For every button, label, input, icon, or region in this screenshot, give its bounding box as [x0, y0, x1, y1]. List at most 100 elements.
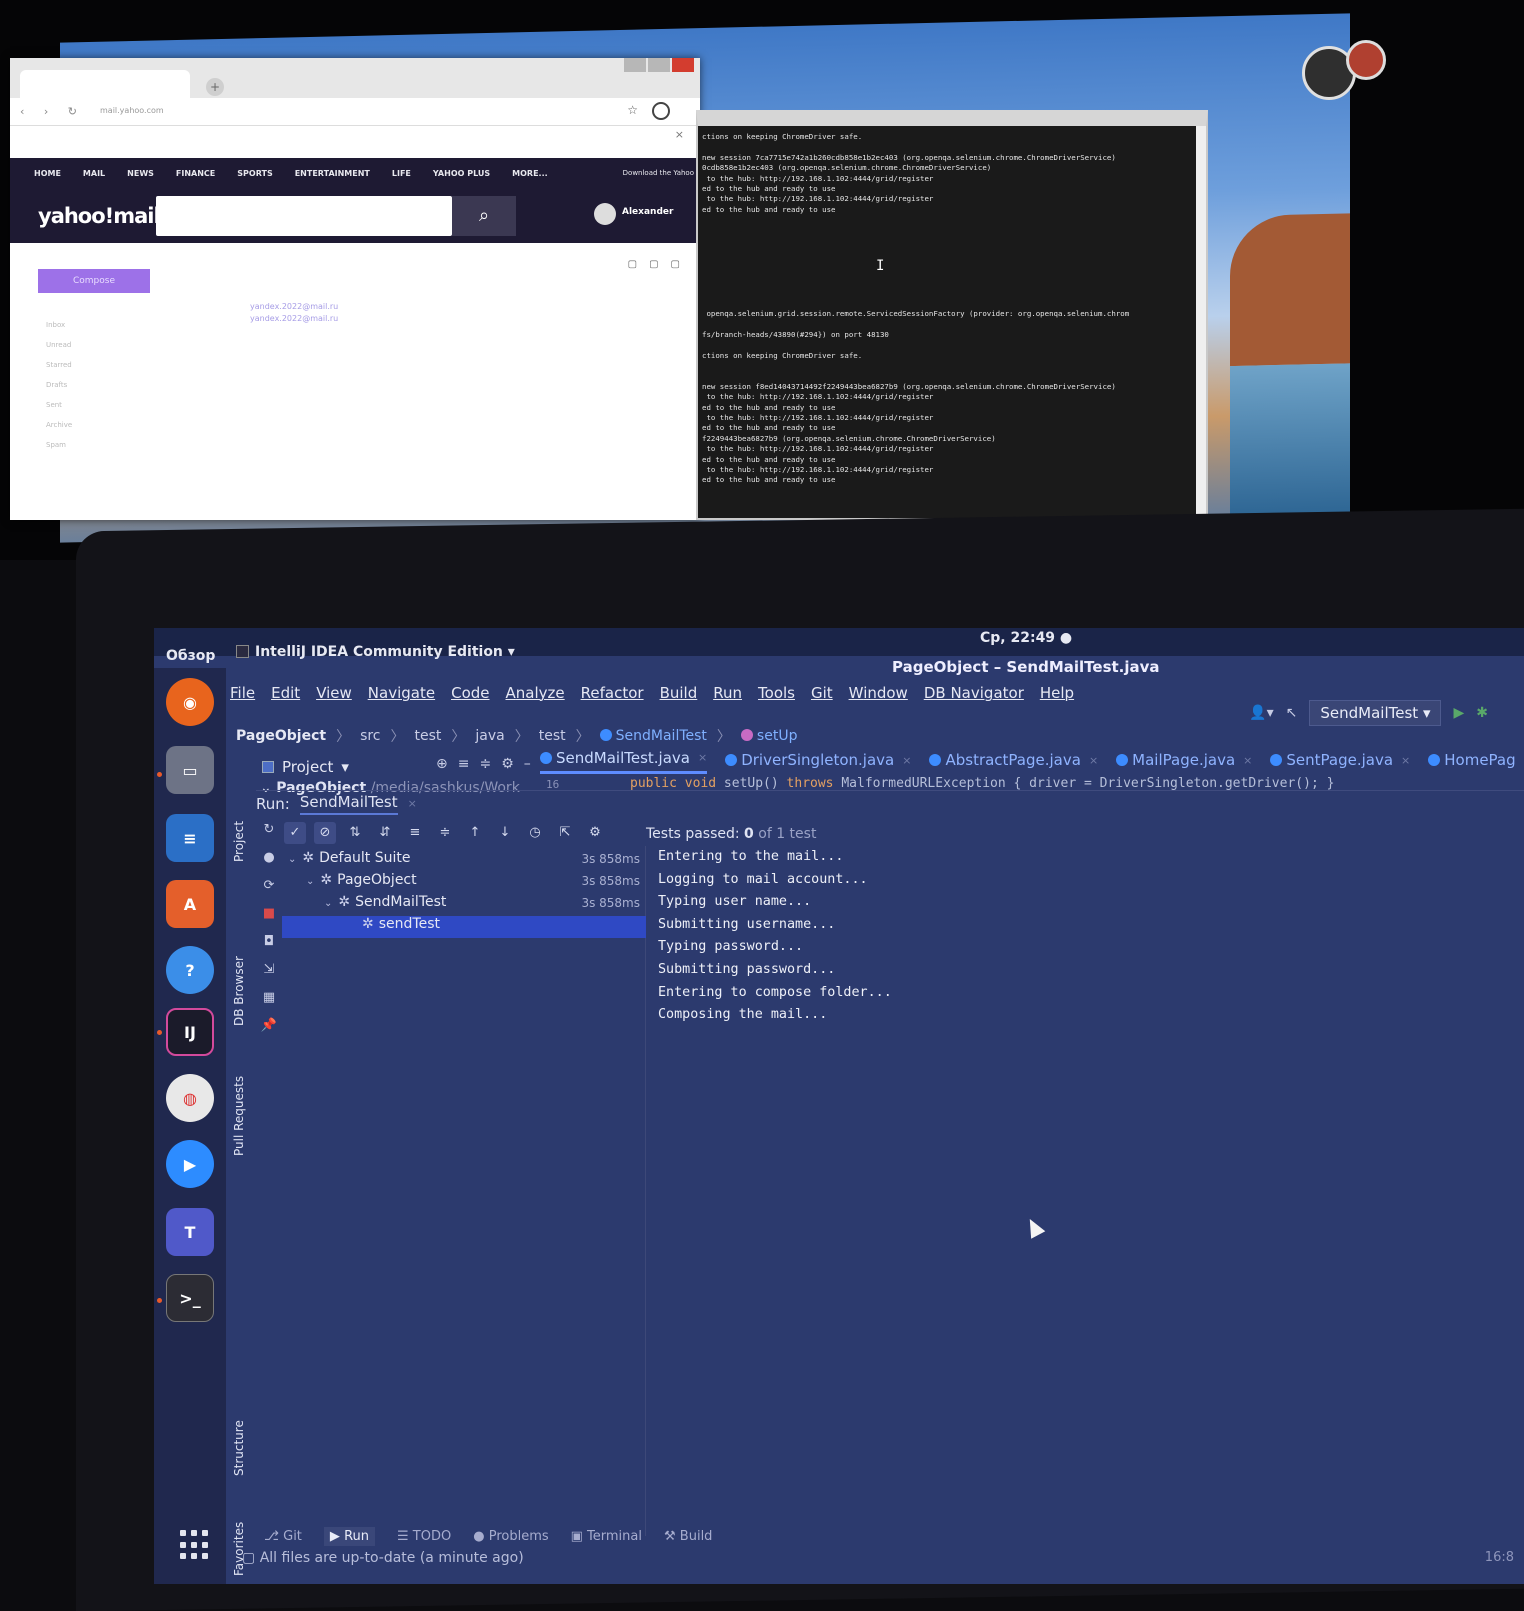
- menu-view[interactable]: View: [316, 684, 352, 708]
- folder-item[interactable]: Drafts: [46, 375, 72, 395]
- menu-build[interactable]: Build: [660, 684, 698, 708]
- yahoo-nav-item[interactable]: LIFE: [392, 169, 411, 178]
- close-icon[interactable]: ×: [902, 754, 911, 767]
- tree-node-class[interactable]: ⌄ ✲ SendMailTest 3s 858ms: [282, 894, 646, 916]
- menu-refactor[interactable]: Refactor: [581, 684, 644, 708]
- avatar[interactable]: [594, 203, 616, 225]
- folder-item[interactable]: Sent: [46, 395, 72, 415]
- yahoo-user-name[interactable]: Alexander: [622, 207, 673, 217]
- help-icon[interactable]: ?: [166, 946, 214, 994]
- yahoo-view-tools[interactable]: ▢▢▢: [628, 259, 692, 270]
- editor-tab[interactable]: SendMailTest.java ×: [540, 746, 708, 774]
- project-panel-tools[interactable]: ⊕≡≑⚙–: [436, 756, 541, 772]
- breadcrumb-item[interactable]: src: [360, 728, 380, 744]
- breadcrumb-item[interactable]: java: [475, 728, 504, 744]
- show-ignored-icon[interactable]: ⊘: [314, 822, 336, 844]
- mail-item[interactable]: yandex.2022@mail.ru: [250, 301, 338, 313]
- export-icon[interactable]: ⇲: [258, 962, 280, 990]
- favorites-tool-tab[interactable]: Favorites: [232, 1522, 246, 1576]
- editor-tab[interactable]: DriverSingleton.java ×: [725, 746, 911, 774]
- terminal-scrollbar[interactable]: [1196, 126, 1206, 518]
- run-tab[interactable]: SendMailTest: [299, 793, 398, 815]
- next-failed-icon[interactable]: ↓: [494, 822, 516, 844]
- activities-button[interactable]: Обзор: [166, 648, 215, 664]
- menu-run[interactable]: Run: [713, 684, 742, 708]
- close-icon[interactable]: ×: [698, 751, 707, 764]
- yahoo-nav-item[interactable]: MAIL: [83, 169, 105, 178]
- menu-navigate[interactable]: Navigate: [368, 684, 435, 708]
- menu-db-navigator[interactable]: DB Navigator: [924, 684, 1024, 708]
- pull-requests-tool-tab[interactable]: Pull Requests: [232, 1076, 246, 1156]
- folder-item[interactable]: Archive: [46, 415, 72, 435]
- editor-tab[interactable]: HomePag: [1428, 746, 1516, 774]
- rerun-icon[interactable]: ↻: [258, 822, 280, 850]
- yahoo-nav-item[interactable]: MORE...: [512, 169, 548, 178]
- mail-item[interactable]: yandex.2022@mail.ru: [250, 313, 338, 325]
- code-line[interactable]: public void setUp() throws MalformedURLE…: [630, 776, 1334, 791]
- sort-duration-icon[interactable]: ⇵: [374, 822, 396, 844]
- address-bar[interactable]: ‹ › ↻ mail.yahoo.com ☆: [10, 98, 700, 126]
- breadcrumb-item[interactable]: test: [415, 728, 442, 744]
- git-tool-tab[interactable]: ⎇ Git: [264, 1529, 302, 1544]
- firefox-icon[interactable]: ◉: [166, 678, 214, 726]
- yahoo-download-link[interactable]: Download the Yahoo: [623, 169, 694, 177]
- yahoo-nav-item[interactable]: ENTERTAINMENT: [295, 169, 370, 178]
- yahoo-nav-item[interactable]: NEWS: [127, 169, 154, 178]
- db-browser-tool-tab[interactable]: DB Browser: [232, 956, 246, 1026]
- notification-icon[interactable]: [1346, 40, 1386, 80]
- account-icon[interactable]: [652, 102, 670, 120]
- writer-icon[interactable]: ≡: [166, 814, 214, 862]
- yahoo-mail-logo[interactable]: yahoo!mail: [38, 204, 161, 228]
- chrome-icon[interactable]: ◍: [166, 1074, 214, 1122]
- breadcrumb-root[interactable]: PageObject: [236, 728, 326, 744]
- infobar-close-icon[interactable]: ×: [675, 128, 684, 141]
- show-passed-icon[interactable]: ✓: [284, 822, 306, 844]
- browser-nav-icons[interactable]: ‹ › ↻: [20, 105, 85, 118]
- toggle-auto-test-icon[interactable]: ⟳: [258, 878, 280, 906]
- star-icon[interactable]: ☆: [627, 103, 638, 117]
- close-icon[interactable]: ×: [1401, 754, 1410, 767]
- terminal-icon[interactable]: >_: [166, 1274, 214, 1322]
- yahoo-search-button[interactable]: ⌕: [452, 196, 516, 236]
- show-applications-icon[interactable]: [180, 1530, 210, 1560]
- project-view-selector[interactable]: Project: [282, 758, 333, 776]
- camera-icon[interactable]: ◘: [258, 934, 280, 962]
- folder-item[interactable]: Unread: [46, 335, 72, 355]
- menu-analyze[interactable]: Analyze: [506, 684, 565, 708]
- run-console[interactable]: Entering to the mail... Logging to mail …: [658, 846, 1524, 1027]
- yahoo-nav-item[interactable]: HOME: [34, 169, 61, 178]
- tree-node-method[interactable]: ✲ sendTest: [282, 916, 646, 938]
- problems-tool-tab[interactable]: ● Problems: [473, 1529, 548, 1544]
- chevron-down-icon[interactable]: ▾: [341, 758, 349, 776]
- folder-item[interactable]: Inbox: [46, 315, 72, 335]
- menu-help[interactable]: Help: [1040, 684, 1074, 708]
- editor-tab[interactable]: MailPage.java ×: [1116, 746, 1252, 774]
- zoom-icon[interactable]: ▶: [166, 1140, 214, 1188]
- rerun-failed-icon[interactable]: ●: [258, 850, 280, 878]
- breadcrumb-method[interactable]: setUp: [740, 728, 797, 744]
- app-menu[interactable]: IntelliJ IDEA Community Edition ▾: [236, 644, 515, 660]
- terminal-tool-tab[interactable]: ▣ Terminal: [571, 1529, 642, 1544]
- pin-icon[interactable]: 📌: [258, 1018, 280, 1046]
- debug-icon[interactable]: ✱: [1476, 705, 1488, 721]
- folder-item[interactable]: Starred: [46, 355, 72, 375]
- intellij-icon[interactable]: IJ: [166, 1008, 214, 1056]
- software-center-icon[interactable]: A: [166, 880, 214, 928]
- tree-node-suite[interactable]: ⌄ ✲ Default Suite 3s 858ms: [282, 850, 646, 872]
- build-tool-tab[interactable]: ⚒ Build: [664, 1529, 712, 1544]
- breadcrumb-item[interactable]: test: [539, 728, 566, 744]
- clock[interactable]: Ср, 22:49 ●: [980, 630, 1072, 646]
- menu-tools[interactable]: Tools: [758, 684, 795, 708]
- layout-icon[interactable]: ▦: [258, 990, 280, 1018]
- run-tool-tab[interactable]: ▶ Run: [323, 1526, 375, 1546]
- gear-icon[interactable]: ⚙: [584, 822, 606, 844]
- stop-icon[interactable]: ■: [258, 906, 280, 934]
- collapse-all-icon[interactable]: ≑: [434, 822, 456, 844]
- editor-tab[interactable]: SentPage.java ×: [1270, 746, 1410, 774]
- close-icon[interactable]: ×: [1089, 754, 1098, 767]
- menu-window[interactable]: Window: [849, 684, 908, 708]
- new-tab-button[interactable]: +: [206, 78, 224, 96]
- tree-node-module[interactable]: ⌄ ✲ PageObject 3s 858ms: [282, 872, 646, 894]
- close-icon[interactable]: ×: [408, 797, 417, 810]
- folder-item[interactable]: Spam: [46, 435, 72, 455]
